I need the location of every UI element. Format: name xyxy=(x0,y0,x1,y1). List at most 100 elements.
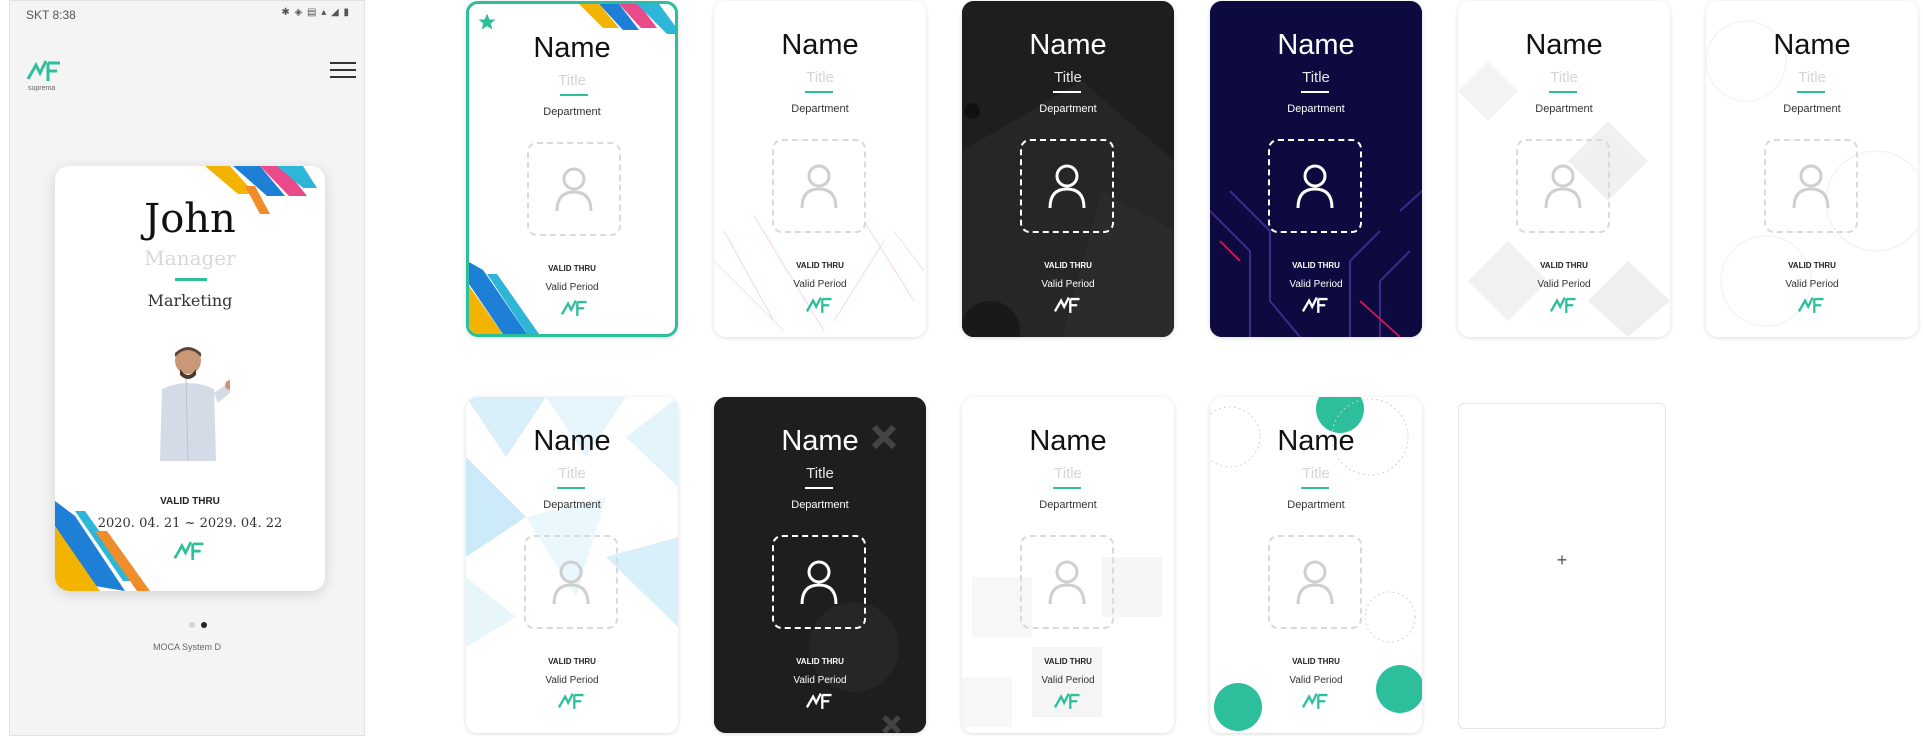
template-department: Department xyxy=(1535,103,1593,115)
card-valid-dates: 2020. 04. 21 ~ 2029. 04. 22 xyxy=(97,516,283,531)
template-underline xyxy=(557,487,585,489)
template-title: Title xyxy=(806,465,834,482)
template-name: Name xyxy=(1773,29,1851,61)
template-title: Title xyxy=(1550,69,1578,86)
template-card[interactable]: Name Title Department VALID THRU Valid Perio… xyxy=(1706,1,1918,337)
pager-dot-active[interactable] xyxy=(201,622,207,628)
app-logo: suprema xyxy=(26,59,66,99)
template-card[interactable]: Name Title Department VALID THRU Valid Perio… xyxy=(962,1,1174,337)
template-name: Name xyxy=(533,32,611,64)
template-valid-period: Valid Period xyxy=(793,279,847,290)
template-name: Name xyxy=(533,425,611,457)
status-bar: SKT 8:38 ✱ ◈ ▤ ▴ ◢ ▮ xyxy=(10,1,364,29)
template-title: Title xyxy=(1054,69,1082,86)
template-department: Department xyxy=(1287,103,1345,115)
card-title: Manager xyxy=(144,246,236,270)
template-logo-icon xyxy=(1301,297,1328,313)
template-valid-label: VALID THRU xyxy=(1788,261,1836,270)
user-icon xyxy=(1296,560,1334,605)
template-underline xyxy=(805,487,833,489)
user-icon xyxy=(1296,164,1334,209)
card-department: Marketing xyxy=(147,291,233,310)
photo-placeholder xyxy=(1764,139,1858,233)
status-icons: ✱ ◈ ▤ ▴ ◢ ▮ xyxy=(281,7,350,18)
card-name: John xyxy=(144,196,236,242)
star-icon[interactable] xyxy=(477,12,497,32)
template-valid-period: Valid Period xyxy=(1289,279,1343,290)
logo-wordmark: suprema xyxy=(28,85,56,92)
photo-placeholder xyxy=(772,535,866,629)
template-valid-label: VALID THRU xyxy=(796,261,844,270)
photo-placeholder xyxy=(1516,139,1610,233)
template-logo-icon xyxy=(560,300,587,316)
template-valid-period: Valid Period xyxy=(1785,279,1839,290)
template-logo-icon xyxy=(1797,297,1824,313)
template-card[interactable]: Name Title Department VALID THRU Valid Perio… xyxy=(1458,1,1670,337)
photo-placeholder xyxy=(1020,535,1114,629)
template-card[interactable]: Name Title Department VALID THRU Valid Perio… xyxy=(466,1,678,337)
phone-preview: SKT 8:38 ✱ ◈ ▤ ▴ ◢ ▮ suprema John Manage… xyxy=(9,0,365,736)
template-logo-icon xyxy=(805,693,832,709)
template-department: Department xyxy=(791,499,849,511)
template-underline xyxy=(1053,91,1081,93)
photo-placeholder xyxy=(1268,139,1362,233)
id-card-preview: John Manager Marketing VALID THRU 2020. … xyxy=(55,166,325,591)
template-department: Department xyxy=(1287,499,1345,511)
template-department: Department xyxy=(1039,103,1097,115)
card-valid-label: VALID THRU xyxy=(160,496,220,507)
template-name: Name xyxy=(781,29,859,61)
template-logo-icon xyxy=(557,693,584,709)
template-underline xyxy=(1301,487,1329,489)
template-department: Department xyxy=(1783,103,1841,115)
template-valid-label: VALID THRU xyxy=(796,657,844,666)
suprema-logo-icon xyxy=(26,60,60,81)
template-underline xyxy=(1301,91,1329,93)
photo-placeholder xyxy=(527,142,621,236)
card-accent-bar xyxy=(175,278,207,281)
template-card[interactable]: Name Title Department VALID THRU Valid Perio… xyxy=(1210,397,1422,733)
template-title: Title xyxy=(558,72,586,89)
template-name: Name xyxy=(1277,425,1355,457)
hamburger-icon[interactable] xyxy=(330,57,356,83)
photo-placeholder xyxy=(1020,139,1114,233)
template-title: Title xyxy=(1302,69,1330,86)
template-department: Department xyxy=(543,106,601,118)
template-title: Title xyxy=(806,69,834,86)
template-valid-label: VALID THRU xyxy=(1292,657,1340,666)
template-name: Name xyxy=(1029,29,1107,61)
template-valid-period: Valid Period xyxy=(1289,675,1343,686)
template-valid-period: Valid Period xyxy=(1041,675,1095,686)
template-name: Name xyxy=(1277,29,1355,61)
template-valid-label: VALID THRU xyxy=(1044,657,1092,666)
template-card[interactable]: Name Title Department VALID THRU Valid Perio… xyxy=(714,397,926,733)
pager-dots[interactable] xyxy=(186,615,210,633)
template-title: Title xyxy=(1798,69,1826,86)
template-underline xyxy=(805,91,833,93)
add-template-card[interactable]: + xyxy=(1458,403,1666,729)
template-department: Department xyxy=(791,103,849,115)
template-name: Name xyxy=(1525,29,1603,61)
template-valid-period: Valid Period xyxy=(1041,279,1095,290)
template-valid-label: VALID THRU xyxy=(548,657,596,666)
template-valid-label: VALID THRU xyxy=(1292,261,1340,270)
template-logo-icon xyxy=(805,297,832,313)
template-card[interactable]: Name Title Department VALID THRU Valid Perio… xyxy=(962,397,1174,733)
template-valid-label: VALID THRU xyxy=(548,264,596,273)
template-name: Name xyxy=(781,425,859,457)
template-valid-period: Valid Period xyxy=(545,675,599,686)
template-card[interactable]: Name Title Department VALID THRU Valid Perio… xyxy=(1210,1,1422,337)
template-underline xyxy=(1053,487,1081,489)
footer-text: MOCA System D xyxy=(152,642,221,652)
user-icon xyxy=(1048,164,1086,209)
user-icon xyxy=(552,560,590,605)
pager-dot[interactable] xyxy=(189,622,195,628)
photo-placeholder xyxy=(1268,535,1362,629)
template-card[interactable]: Name Title Department VALID THRU Valid Perio… xyxy=(714,1,926,337)
template-card[interactable]: Name Title Department VALID THRU Valid Perio… xyxy=(466,397,678,733)
template-department: Department xyxy=(543,499,601,511)
template-valid-period: Valid Period xyxy=(545,282,599,293)
template-valid-period: Valid Period xyxy=(1537,279,1591,290)
template-underline xyxy=(1797,91,1825,93)
user-icon xyxy=(1048,560,1086,605)
photo-placeholder xyxy=(524,535,618,629)
